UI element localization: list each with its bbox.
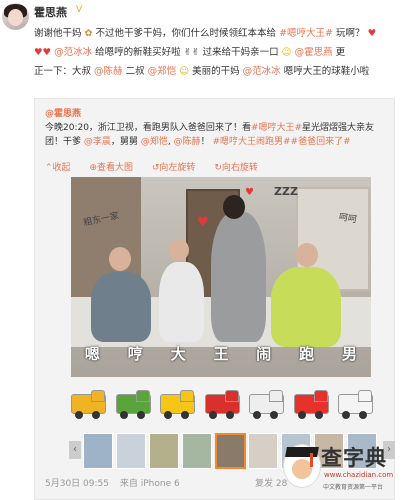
username-link[interactable]: 霍思燕 bbox=[34, 4, 67, 20]
hashtag-link[interactable]: #嗯哼大王闹跑男##爸爸回来了# bbox=[212, 137, 350, 147]
mention-link[interactable]: @霍思燕 bbox=[295, 47, 333, 58]
photo-thumbnail[interactable] bbox=[248, 433, 278, 469]
post-line-2: ♥♥ @范冰冰 给嗯哼的新鞋买好啦 ✌✌ 过来给干妈亲一口 ☺ @霍思燕 更 bbox=[34, 47, 346, 58]
photo-thumbnail[interactable] bbox=[83, 433, 113, 469]
photo-person-1 bbox=[91, 272, 151, 342]
police-car-icon bbox=[338, 390, 373, 420]
photo-head-3 bbox=[223, 195, 245, 219]
collapse-link[interactable]: ⌃收起 bbox=[45, 163, 79, 173]
mention-link[interactable]: @陈赫 bbox=[174, 137, 201, 147]
photo-thumbnail[interactable] bbox=[149, 433, 179, 469]
main-photo[interactable]: 粗东一家 呵呵 ZZZ ♥ ♥ 嗯 哼 大 王 闹 跑 男 bbox=[71, 177, 371, 377]
view-large-link[interactable]: ⊕查看大图 bbox=[89, 163, 141, 173]
image-actions-bar: ⌃收起 ⊕查看大图 ↺向左旋转 ↻向右旋转 bbox=[45, 160, 274, 173]
watermark: 查字典 www.chazidian.com 中文教育资源第一平台 bbox=[283, 440, 401, 498]
taxi-icon bbox=[160, 390, 195, 420]
user-avatar[interactable] bbox=[2, 3, 29, 30]
verified-badge-icon: V bbox=[76, 5, 83, 15]
rotate-right-link[interactable]: ↻向右旋转 bbox=[214, 163, 266, 173]
watermark-url: www.chazidian.com bbox=[324, 471, 394, 479]
mention-link[interactable]: @郑恺 bbox=[148, 66, 177, 77]
retweet-author-link[interactable]: @霍思燕 bbox=[45, 109, 81, 119]
retweet-text: @霍思燕 今晚20:20，浙江卫视，看跑男队入爸爸回来了！看#嗯哼大王#星光熠熠… bbox=[45, 109, 375, 147]
photo-head-1 bbox=[109, 247, 131, 271]
mention-link[interactable]: @范冰冰 bbox=[243, 66, 281, 77]
red-car-icon bbox=[293, 390, 329, 420]
photo-thumbnail[interactable] bbox=[215, 433, 246, 469]
photo-person-4 bbox=[271, 267, 341, 347]
smile-emoji-icon: ☺ bbox=[281, 47, 292, 58]
prev-arrow-icon[interactable]: ‹ bbox=[69, 441, 81, 459]
post-line-3: 正一下：大叔 @陈赫 二叔 @郑恺 ☺ 美丽的干妈 @范冰冰 嗯哼大王的球鞋小啦 bbox=[34, 66, 370, 77]
photo-caption: 嗯 哼 大 王 闹 跑 男 bbox=[84, 344, 357, 363]
mention-link[interactable]: @李晨 bbox=[84, 137, 111, 147]
post-footer: 5月30日 09:55 来自 iPhone 6 复发 28 bbox=[45, 476, 287, 489]
ambulance-icon bbox=[249, 390, 284, 420]
mention-link[interactable]: @范冰冰 bbox=[54, 47, 92, 58]
heart-emoji-icon: ♥♥ bbox=[34, 47, 52, 58]
post-text: 谢谢他干妈 ✿ 不过他干爹干妈，你们什么时候领红本本给 #嗯哼大王# 玩啊？ ♥… bbox=[34, 24, 396, 81]
doodle-heart-icon: ♥ bbox=[197, 215, 209, 230]
vehicle-emoji-row bbox=[71, 382, 373, 420]
flower-emoji-icon: ✿ bbox=[84, 28, 93, 39]
hashtag-link[interactable]: #嗯哼大王# bbox=[251, 123, 302, 133]
victory-hand-emoji-icon: ✌✌ bbox=[183, 47, 200, 58]
rotate-left-link[interactable]: ↺向左旋转 bbox=[152, 163, 204, 173]
hashtag-link[interactable]: #嗯哼大王# bbox=[279, 28, 333, 39]
photo-thumbnail[interactable] bbox=[182, 433, 212, 469]
post-time[interactable]: 5月30日 09:55 bbox=[45, 479, 109, 489]
post-line-1: 谢谢他干妈 ✿ 不过他干爹干妈，你们什么时候领红本本给 #嗯哼大王# 玩啊？ ♥ bbox=[34, 28, 377, 39]
doodle-heart-icon: ♥ bbox=[245, 187, 254, 198]
face-emoji-icon: ☺ bbox=[179, 66, 190, 77]
mention-link[interactable]: @郑恺 bbox=[141, 137, 168, 147]
lorry-icon bbox=[115, 390, 151, 420]
photo-thumbnail[interactable] bbox=[116, 433, 146, 469]
truck-icon bbox=[71, 390, 106, 420]
heart-emoji-icon: ♥ bbox=[367, 28, 377, 39]
watermark-tagline: 中文教育资源第一平台 bbox=[323, 484, 384, 491]
mention-link[interactable]: @陈赫 bbox=[94, 66, 123, 77]
photo-person-2 bbox=[159, 262, 204, 342]
avatar-face bbox=[8, 9, 23, 26]
graduate-mascot-icon bbox=[283, 444, 321, 488]
fire-engine-icon bbox=[204, 390, 240, 420]
photo-head-2 bbox=[169, 239, 189, 261]
photo-head-4 bbox=[296, 243, 318, 267]
photo-person-3 bbox=[211, 212, 266, 342]
watermark-title: 查字典 bbox=[321, 446, 387, 470]
post-source: 来自 iPhone 6 bbox=[119, 479, 180, 489]
doodle-zzz: ZZZ bbox=[274, 185, 298, 198]
